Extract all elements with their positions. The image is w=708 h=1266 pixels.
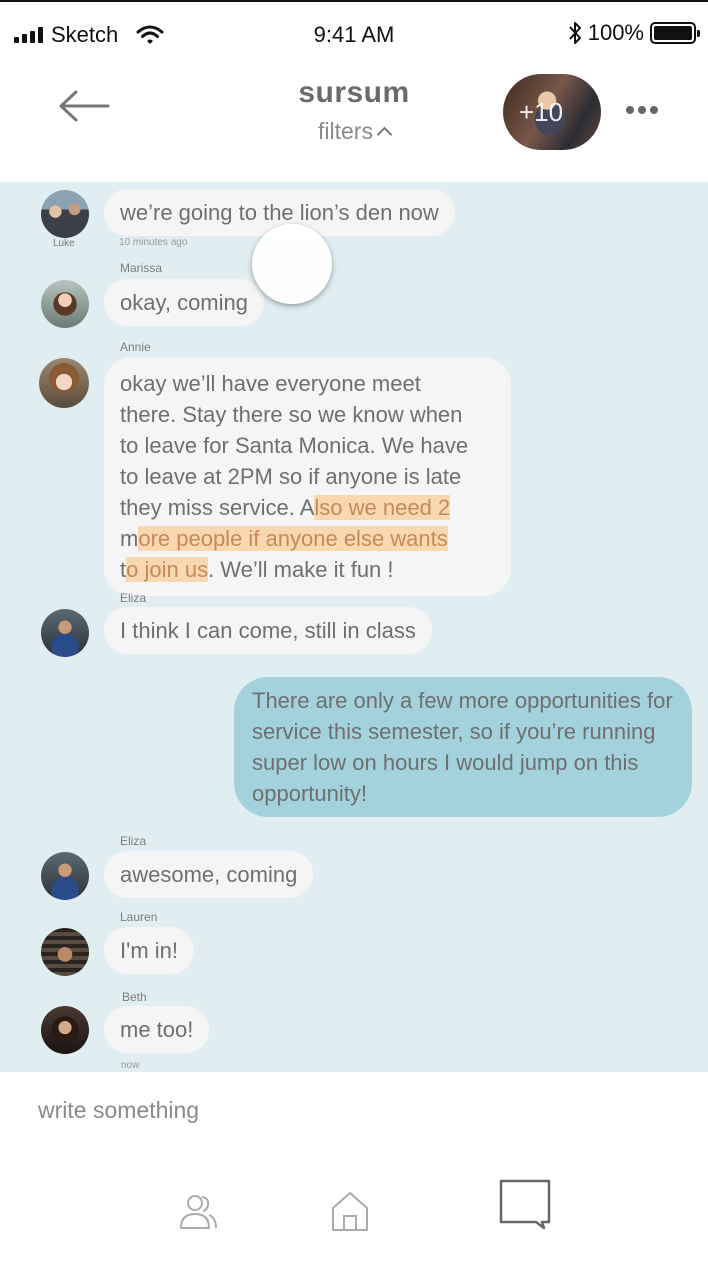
avatar[interactable] xyxy=(41,190,89,238)
avatar[interactable] xyxy=(41,928,89,976)
sender-name: Lauren xyxy=(120,910,158,924)
avatar-name: Luke xyxy=(53,238,75,249)
message-line: to leave for Santa Monica. We have xyxy=(120,433,469,458)
group-avatar[interactable]: +10 xyxy=(503,74,601,150)
avatar[interactable] xyxy=(41,852,89,900)
status-bar-right: 100% xyxy=(568,20,700,46)
chat-header: sursum filters +10 xyxy=(0,64,708,182)
sender-name: Annie xyxy=(120,340,151,354)
message-bubble[interactable]: okay we’ll have everyone meet there. Sta… xyxy=(104,357,511,596)
message-bubble[interactable]: I'm in! xyxy=(104,927,194,974)
group-title: sursum xyxy=(298,76,410,109)
sender-name: Beth xyxy=(122,990,147,1004)
status-bar: Sketch 9:41 AM 100% xyxy=(0,0,708,64)
highlighted-text: o join us xyxy=(126,557,209,582)
message-bubble[interactable]: awesome, coming xyxy=(104,851,314,898)
avatar[interactable] xyxy=(41,609,89,657)
people-icon[interactable] xyxy=(178,1192,218,1232)
message-input[interactable] xyxy=(38,1094,638,1126)
message-text: . We’ll make it fun ! xyxy=(208,557,394,582)
avatar[interactable] xyxy=(41,1006,89,1054)
battery-percent: 100% xyxy=(587,20,644,45)
message-timestamp: 10 minutes ago xyxy=(119,237,188,248)
chat-icon[interactable] xyxy=(498,1178,552,1230)
message-line: there. Stay there so we know when xyxy=(120,402,463,427)
message-line: to leave at 2PM so if anyone is late xyxy=(120,464,462,489)
filters-label: filters xyxy=(318,118,373,144)
chevron-up-icon xyxy=(376,126,393,143)
own-message-bubble[interactable]: There are only a few more opportunities … xyxy=(234,677,692,817)
filters-toggle[interactable]: filters xyxy=(0,118,708,145)
message-line: okay we’ll have everyone meet xyxy=(120,371,421,396)
highlighted-text: ore people if anyone else wants xyxy=(138,526,448,551)
message-bubble[interactable]: I think I can come, still in class xyxy=(104,607,432,654)
sender-name: Eliza xyxy=(120,834,147,848)
battery-icon xyxy=(650,22,700,44)
message-timestamp: now xyxy=(121,1060,140,1071)
message-line: to join us. We’ll make it fun ! xyxy=(120,554,495,585)
composer xyxy=(0,1072,708,1152)
sender-name: Eliza xyxy=(120,591,147,605)
message-text: m xyxy=(120,526,139,551)
message-text: they miss service. A xyxy=(120,495,315,520)
group-member-count: +10 xyxy=(518,97,564,127)
tab-bar xyxy=(0,1152,708,1266)
sender-name: Marissa xyxy=(120,261,163,275)
highlighted-text: lso we need 2 xyxy=(314,495,451,520)
message-bubble[interactable]: okay, coming xyxy=(104,279,264,326)
message-line: more people if anyone else wants xyxy=(120,523,495,554)
avatar[interactable] xyxy=(41,280,89,328)
home-icon[interactable] xyxy=(330,1190,370,1232)
message-line: they miss service. Also we need 2 xyxy=(120,492,495,523)
more-options-icon[interactable] xyxy=(626,106,658,114)
message-bubble[interactable]: me too! xyxy=(104,1006,210,1053)
bluetooth-icon xyxy=(568,22,581,44)
message-list[interactable]: Luke we’re going to the lion’s den now 1… xyxy=(0,182,708,1072)
avatar[interactable] xyxy=(39,358,89,408)
touch-indicator xyxy=(252,224,332,304)
